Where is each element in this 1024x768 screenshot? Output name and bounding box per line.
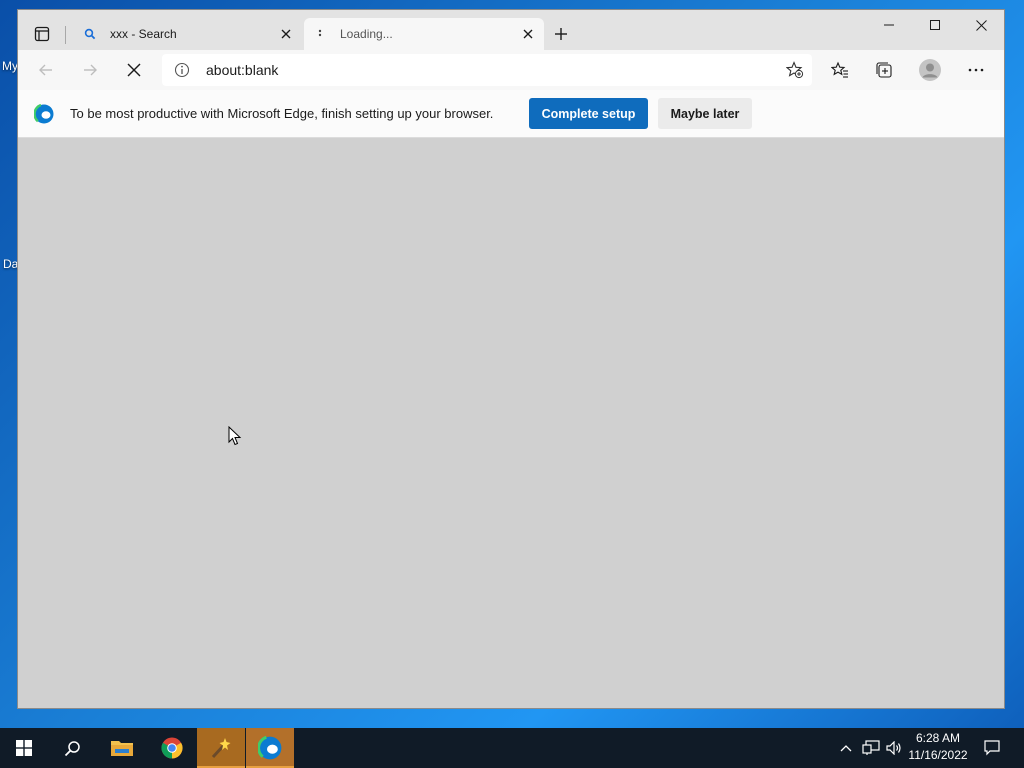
close-window-button[interactable] <box>958 10 1004 40</box>
stop-icon <box>127 63 141 77</box>
clock-time: 6:28 AM <box>915 731 961 745</box>
magic-wand-app-icon <box>211 738 231 759</box>
magic-wand-app-button[interactable] <box>197 728 245 768</box>
favorites-icon <box>831 61 848 78</box>
infobar-message: To be most productive with Microsoft Edg… <box>70 106 494 121</box>
tab-search[interactable]: xxx - Search <box>74 18 302 50</box>
network-icon <box>862 740 880 755</box>
edge-icon <box>258 736 282 760</box>
tab-actions-icon <box>34 26 50 42</box>
clock-date: 11/16/2022 <box>908 748 968 762</box>
collections-button[interactable] <box>868 54 900 86</box>
close-icon <box>975 19 987 31</box>
minimize-icon <box>884 24 894 26</box>
setup-infobar: To be most productive with Microsoft Edg… <box>18 90 1004 138</box>
desktop-icon-label-da[interactable]: Da <box>3 257 18 271</box>
start-button[interactable] <box>0 728 48 768</box>
taskbar: 6:28 AM 11/16/2022 <box>0 728 1024 768</box>
address-url[interactable]: about:blank <box>206 62 278 78</box>
network-button[interactable] <box>860 728 882 768</box>
title-bar: xxx - Search Loading... <box>18 10 1004 50</box>
info-icon[interactable] <box>174 62 190 78</box>
plus-icon <box>555 28 567 40</box>
maybe-later-button[interactable]: Maybe later <box>658 98 752 129</box>
avatar-icon <box>919 59 941 81</box>
notifications-button[interactable] <box>980 728 1004 768</box>
forward-button[interactable] <box>74 54 106 86</box>
complete-setup-button[interactable]: Complete setup <box>529 98 648 129</box>
taskbar-search-button[interactable] <box>48 728 96 768</box>
stop-button[interactable] <box>118 54 150 86</box>
file-explorer-button[interactable] <box>98 728 146 768</box>
arrow-left-icon <box>39 64 52 76</box>
more-icon <box>968 68 984 72</box>
loading-icon <box>312 26 328 42</box>
back-button[interactable] <box>30 54 62 86</box>
edge-taskbar-button[interactable] <box>246 728 294 768</box>
close-tab-button[interactable] <box>274 22 298 46</box>
navigation-toolbar: about:blank <box>18 50 1004 90</box>
tab-title: xxx - Search <box>110 27 177 41</box>
page-content[interactable] <box>18 138 1004 708</box>
arrow-right-icon <box>84 64 97 76</box>
maximize-button[interactable] <box>912 10 958 40</box>
volume-icon <box>886 741 901 755</box>
desktop-icon-label-my[interactable]: My <box>2 59 18 73</box>
close-icon <box>523 29 533 39</box>
address-bar[interactable]: about:blank <box>162 54 812 86</box>
tab-actions-button[interactable] <box>26 18 58 50</box>
mouse-cursor-icon <box>228 426 242 446</box>
tab-loading[interactable]: Loading... <box>304 18 544 50</box>
notification-icon <box>984 740 1000 756</box>
add-favorite-icon[interactable] <box>786 61 804 79</box>
chrome-icon <box>161 737 183 759</box>
chevron-up-icon <box>840 745 852 752</box>
favorites-button[interactable] <box>824 54 856 86</box>
tab-title: Loading... <box>340 27 393 41</box>
search-icon <box>82 26 98 42</box>
close-tab-button[interactable] <box>516 22 540 46</box>
new-tab-button[interactable] <box>549 22 573 46</box>
profile-button[interactable] <box>914 54 946 86</box>
maximize-icon <box>930 20 940 30</box>
minimize-button[interactable] <box>866 10 912 40</box>
more-options-button[interactable] <box>960 54 992 86</box>
close-icon <box>281 29 291 39</box>
file-explorer-icon <box>111 741 133 756</box>
edge-logo-icon <box>34 104 54 124</box>
collections-icon <box>876 62 892 78</box>
search-icon <box>64 740 80 756</box>
volume-button[interactable] <box>884 728 904 768</box>
chrome-button[interactable] <box>148 728 196 768</box>
edge-window: xxx - Search Loading... about:blank To b… <box>18 10 1004 708</box>
show-hidden-icons-button[interactable] <box>836 728 856 768</box>
start-icon <box>16 740 32 756</box>
taskbar-clock[interactable]: 6:28 AM 11/16/2022 <box>902 730 974 766</box>
tab-separator <box>65 26 66 44</box>
